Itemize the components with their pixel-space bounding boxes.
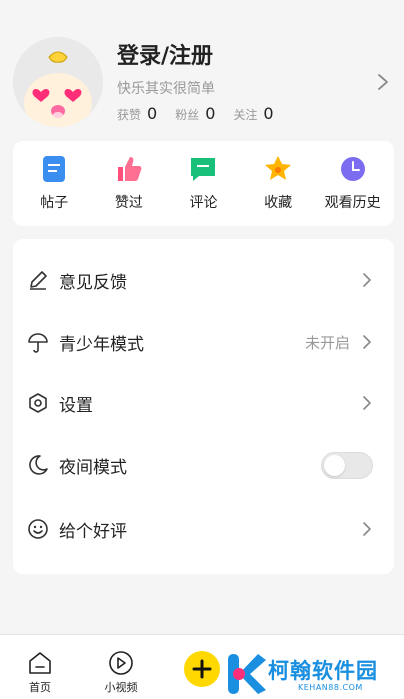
shortcut-label: 评论 xyxy=(189,195,218,211)
profile-header[interactable]: 登录/注册 快乐其实很简单 获赞 0 粉丝 0 关注 0 xyxy=(0,0,404,140)
stat-label: 获赞 xyxy=(117,108,142,122)
moon-icon xyxy=(29,455,48,475)
menu-item-teen-mode[interactable]: 青少年模式 未开启 xyxy=(13,322,394,362)
shortcut-favorites[interactable]: 收藏 xyxy=(243,155,313,212)
shortcut-posts[interactable]: 帖子 xyxy=(19,155,89,212)
shortcut-label: 帖子 xyxy=(40,195,69,211)
post-icon xyxy=(43,156,66,182)
star-icon xyxy=(265,156,292,180)
watermark-subtitle: KEHAN88.COM xyxy=(298,683,363,692)
login-register-label[interactable]: 登录/注册 xyxy=(117,38,213,70)
shortcut-label: 观看历史 xyxy=(324,195,381,211)
chevron-right-icon[interactable] xyxy=(376,72,390,92)
publish-plus-button[interactable] xyxy=(184,651,220,687)
umbrella-icon xyxy=(28,333,48,353)
teen-mode-status: 未开启 xyxy=(304,333,350,352)
stat-likes[interactable]: 获赞 0 xyxy=(117,104,157,123)
chevron-right-icon xyxy=(363,522,371,536)
comment-icon xyxy=(191,158,216,181)
stat-label: 关注 xyxy=(233,108,258,122)
avatar[interactable] xyxy=(13,37,103,127)
menu-item-label: 夜间模式 xyxy=(59,457,127,478)
menu-item-settings[interactable]: 设置 xyxy=(13,383,394,423)
profile-stats: 获赞 0 粉丝 0 关注 0 xyxy=(117,104,292,123)
menu-item-label: 给个好评 xyxy=(59,521,127,542)
toggle-knob xyxy=(324,454,345,476)
shortcut-label: 赞过 xyxy=(114,195,143,211)
menu-item-label: 意见反馈 xyxy=(59,272,127,293)
nav-short-video[interactable]: 小视频 xyxy=(91,650,151,695)
nav-label: 小视频 xyxy=(104,681,138,694)
stat-value: 0 xyxy=(263,104,274,123)
menu-item-feedback[interactable]: 意见反馈 xyxy=(13,260,394,300)
chevron-right-icon xyxy=(363,396,371,410)
menu-item-night-mode: 夜间模式 xyxy=(13,445,394,485)
stat-following[interactable]: 关注 0 xyxy=(233,104,273,123)
stat-value: 0 xyxy=(147,104,158,123)
shortcut-history[interactable]: 观看历史 xyxy=(318,155,388,212)
clock-icon xyxy=(340,157,365,181)
thumbs-up-icon xyxy=(117,157,142,181)
k-logo-icon xyxy=(228,654,266,694)
gear-icon xyxy=(29,393,47,413)
pencil-icon xyxy=(30,271,47,290)
stat-label: 粉丝 xyxy=(175,108,200,122)
menu-item-label: 青少年模式 xyxy=(59,334,144,355)
menu-item-label: 设置 xyxy=(59,395,93,416)
chevron-right-icon xyxy=(363,273,371,287)
shortcut-card: 帖子 赞过 评论 收藏 观看历史 xyxy=(13,141,394,226)
shortcut-liked[interactable]: 赞过 xyxy=(94,155,164,212)
watermark-logo: 柯翰软件园 KEHAN88.COM xyxy=(226,652,404,699)
home-icon xyxy=(29,652,51,674)
chevron-right-icon xyxy=(363,335,371,349)
settings-menu-card: 意见反馈 青少年模式 未开启 设置 夜间模式 给个好评 xyxy=(13,239,394,574)
nav-label: 首页 xyxy=(29,681,51,694)
menu-item-rate-app[interactable]: 给个好评 xyxy=(13,509,394,549)
play-icon xyxy=(109,651,133,675)
shortcut-comments[interactable]: 评论 xyxy=(168,155,238,212)
night-mode-toggle[interactable] xyxy=(321,451,373,479)
stat-followers[interactable]: 粉丝 0 xyxy=(175,104,215,123)
nav-home[interactable]: 首页 xyxy=(10,650,70,695)
plus-icon xyxy=(192,659,212,679)
smile-icon xyxy=(28,519,48,539)
watermark-title: 柯翰软件园 xyxy=(268,659,378,683)
shortcut-label: 收藏 xyxy=(264,195,293,211)
stat-value: 0 xyxy=(205,104,216,123)
slogan-text: 快乐其实很简单 xyxy=(117,81,215,97)
